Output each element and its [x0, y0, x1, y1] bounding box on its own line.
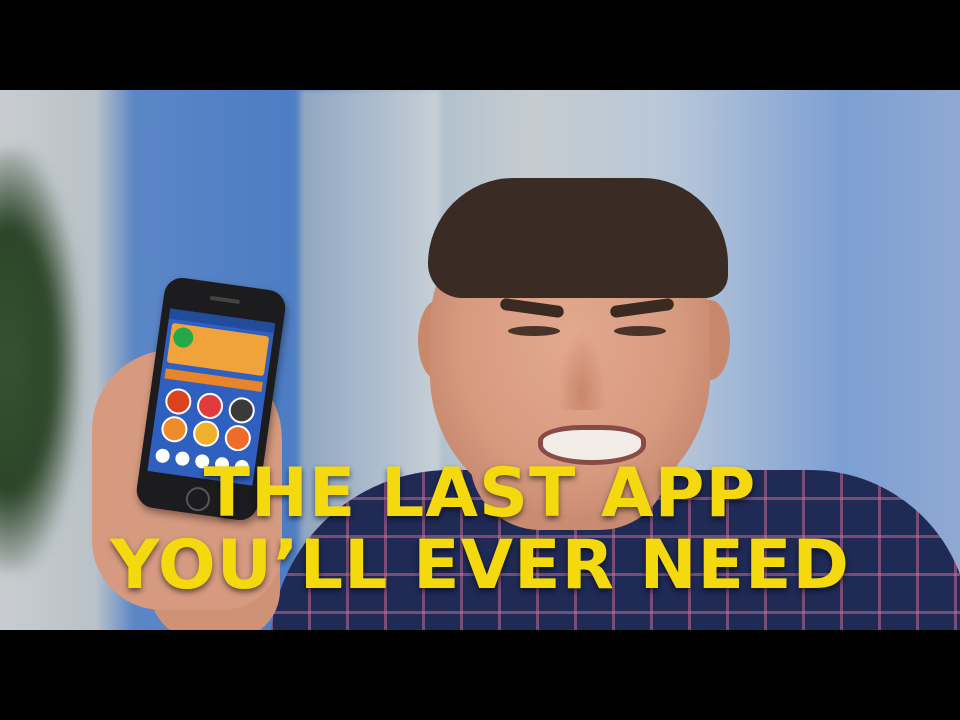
nose	[558, 330, 606, 410]
app-button-icon	[227, 395, 257, 426]
phone-speaker	[209, 295, 241, 305]
headline-line-1: THE LAST APP	[203, 454, 757, 533]
app-button-icon	[223, 423, 253, 453]
right-eye	[614, 326, 666, 336]
app-button-icon	[195, 391, 225, 421]
left-eye	[508, 326, 560, 336]
letterbox-bottom	[0, 630, 960, 720]
app-button-icon	[191, 418, 221, 449]
hair	[428, 178, 728, 298]
headline-line-2: YOU’LL EVER NEED	[110, 526, 850, 605]
app-button-icon	[159, 414, 190, 444]
letterbox-top	[0, 0, 960, 90]
app-button-icon	[163, 386, 194, 417]
